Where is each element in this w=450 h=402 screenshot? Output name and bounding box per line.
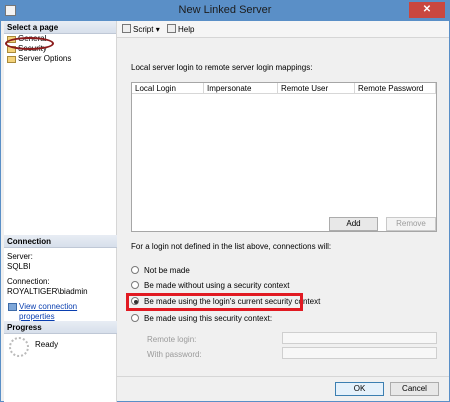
radio-this-security-context[interactable]: Be made using this security context: [131, 313, 272, 325]
toolbar: Script ▾ Help [117, 21, 449, 38]
page-icon [7, 56, 16, 63]
close-button[interactable]: ✕ [409, 2, 445, 18]
radio-label: Not be made [144, 266, 190, 275]
remote-login-input[interactable] [282, 332, 437, 344]
help-icon [167, 24, 176, 33]
radio-button[interactable] [131, 314, 139, 322]
help-button[interactable]: Help [167, 24, 194, 36]
server-value: SQLBI [7, 262, 31, 271]
progress-status: Ready [35, 340, 59, 349]
connection-panel: Connection Server: SQLBI Connection: ROY… [4, 235, 117, 326]
script-button[interactable]: Script ▾ [122, 24, 160, 36]
new-linked-server-window: New Linked Server ✕ Select a page Genera… [0, 0, 450, 402]
nav-item-server-options[interactable]: Server Options [4, 54, 116, 64]
link-label: View connection properties [19, 302, 78, 321]
radio-button[interactable] [131, 281, 139, 289]
radio-button[interactable] [131, 266, 139, 274]
select-page-heading: Select a page [4, 21, 116, 34]
remote-login-label: Remote login: [147, 335, 197, 344]
right-pane: Script ▾ Help Local server login to remo… [117, 21, 449, 402]
spinner-icon [9, 337, 29, 357]
security-highlight-oval [5, 37, 54, 50]
script-label: Script [133, 25, 154, 34]
cancel-button[interactable]: Cancel [390, 382, 439, 396]
radio-label: Be made using this security context: [144, 314, 273, 323]
with-password-input[interactable] [282, 347, 437, 359]
radio-not-be-made[interactable]: Not be made [131, 265, 190, 277]
radio-label: Be made without using a security context [144, 281, 290, 290]
progress-panel: Progress Ready [4, 321, 117, 357]
help-label: Help [178, 25, 195, 34]
radio-no-security-context[interactable]: Be made without using a security context [131, 280, 289, 292]
chevron-down-icon: ▾ [155, 25, 160, 34]
login-mappings-grid[interactable]: Local Login Impersonate Remote User Remo… [131, 82, 437, 232]
nav-item-label: Server Options [18, 54, 72, 63]
connection-heading: Connection [4, 235, 117, 248]
column-header-impersonate[interactable]: Impersonate [204, 83, 278, 93]
title-bar: New Linked Server ✕ [1, 1, 449, 21]
highlight-rectangle [126, 293, 303, 311]
undefined-login-label: For a login not defined in the list abov… [131, 242, 332, 251]
script-icon [122, 24, 131, 33]
ok-button[interactable]: OK [335, 382, 384, 396]
connection-value: ROYALTIGER\biadmin [7, 287, 88, 296]
mappings-caption: Local server login to remote server logi… [131, 63, 313, 72]
column-header-remote-password[interactable]: Remote Password [355, 83, 436, 93]
server-label: Server: [7, 252, 33, 261]
grid-header: Local Login Impersonate Remote User Remo… [132, 83, 436, 94]
left-pane: Select a page General Security Server Op… [4, 21, 117, 402]
column-header-local-login[interactable]: Local Login [132, 83, 204, 93]
add-button[interactable]: Add [329, 217, 378, 231]
dialog-footer: OK Cancel [117, 376, 449, 402]
window-title: New Linked Server [178, 4, 272, 16]
remove-button[interactable]: Remove [386, 217, 436, 231]
connection-label: Connection: [7, 277, 50, 286]
properties-icon [8, 303, 17, 311]
with-password-label: With password: [147, 350, 202, 359]
progress-heading: Progress [4, 321, 117, 334]
view-connection-properties-link[interactable]: View connection properties [8, 302, 114, 322]
column-header-remote-user[interactable]: Remote User [278, 83, 355, 93]
